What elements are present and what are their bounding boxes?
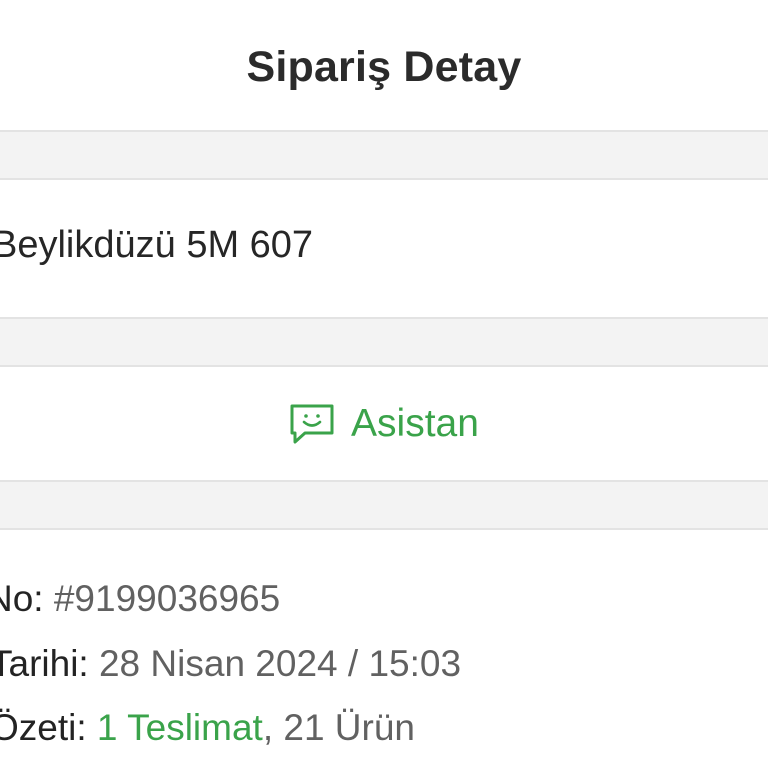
page-title: Sipariş Detay (246, 42, 522, 91)
section-divider (0, 317, 768, 367)
page-header: Sipariş Detay (0, 0, 768, 130)
order-number-row: No: #9199036965 (0, 580, 280, 617)
chat-smile-icon (290, 404, 334, 443)
assistant-button[interactable]: Asistan (0, 367, 768, 480)
summary-separator: , (262, 707, 274, 748)
delivery-address: Beylikdüzü 5M 607 (0, 224, 314, 266)
order-date-label: Tarihi: (0, 643, 89, 684)
delivery-count-link[interactable]: 1 Teslimat (97, 707, 263, 748)
assistant-label: Asistan (351, 402, 479, 445)
item-count: 21 Ürün (283, 707, 416, 748)
order-number-label: No: (0, 578, 44, 619)
order-summary-label: Özeti: (0, 707, 87, 748)
section-divider (0, 130, 768, 180)
assistant-button-content: Asistan (289, 403, 479, 445)
order-number-value: #9199036965 (53, 578, 281, 619)
order-date-row: Tarihi: 28 Nisan 2024 / 15:03 (0, 645, 461, 682)
order-summary-row: Özeti: 1 Teslimat, 21 Ürün (0, 709, 415, 746)
order-date-value: 28 Nisan 2024 / 15:03 (98, 643, 462, 684)
section-divider (0, 480, 768, 530)
